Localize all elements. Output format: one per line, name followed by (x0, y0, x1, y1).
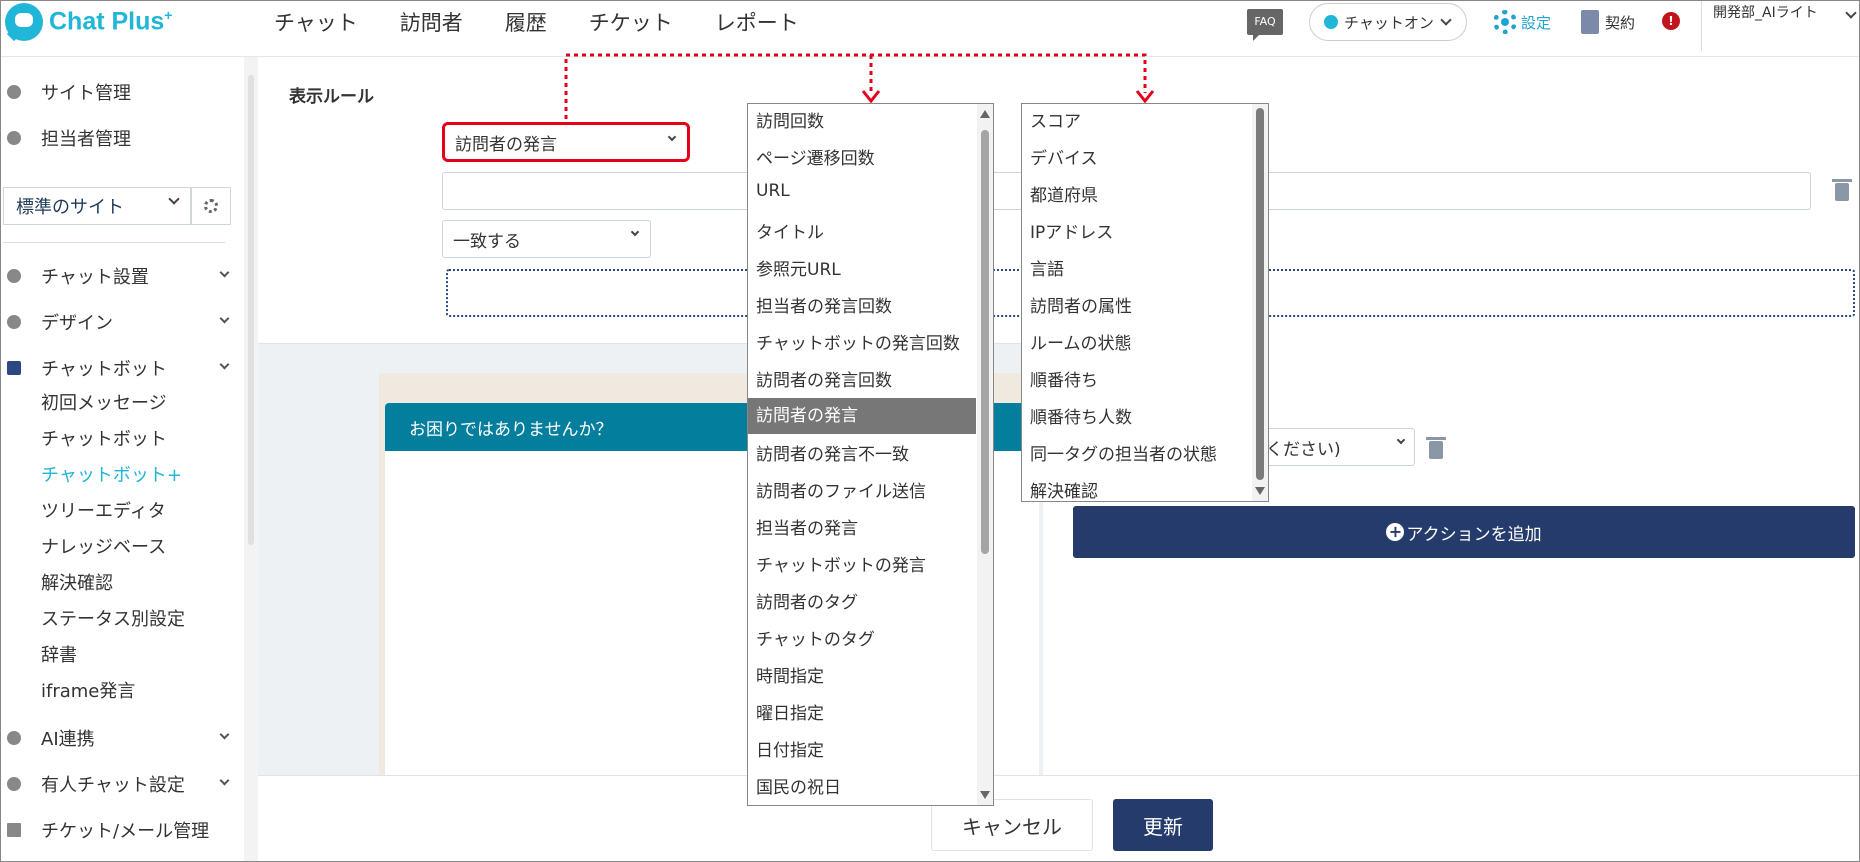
arrowhead-icon (861, 90, 881, 104)
app-window: Chat Plus+ チャット 訪問者 履歴 チケット レポート FAQ チャッ… (0, 0, 1860, 862)
annotation-arrow-line (564, 53, 1147, 119)
annotation-arrows (564, 53, 1155, 119)
